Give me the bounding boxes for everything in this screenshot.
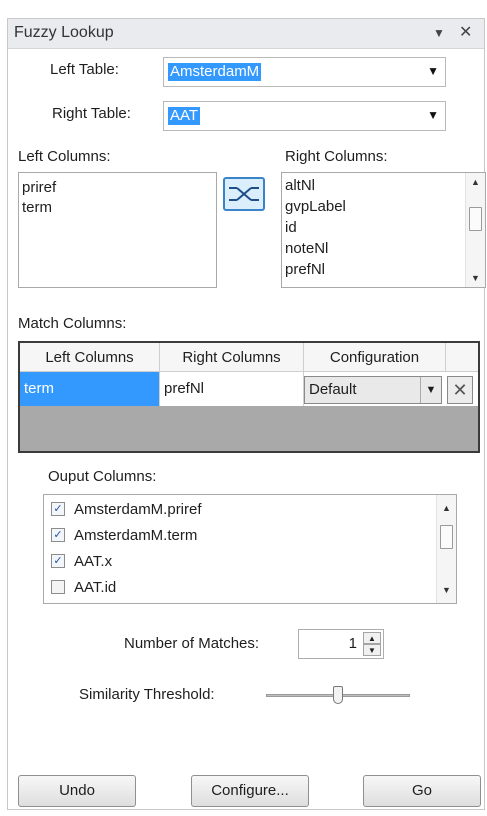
- checkbox[interactable]: [51, 580, 65, 594]
- increment-icon[interactable]: ▲: [363, 632, 381, 644]
- list-item[interactable]: ✓ AAT.x: [44, 549, 436, 575]
- scroll-down-icon[interactable]: ▼: [466, 273, 485, 283]
- output-columns-label: Ouput Columns:: [48, 468, 157, 485]
- grid-header: Left Columns Right Columns Configuration: [20, 343, 478, 372]
- list-item[interactable]: ✓ AmsterdamM.priref: [44, 497, 436, 523]
- number-of-matches-value[interactable]: 1: [349, 635, 357, 652]
- output-column-label: AmsterdamM.term: [74, 527, 198, 544]
- list-item[interactable]: gvpLabel: [282, 196, 465, 217]
- number-of-matches-stepper[interactable]: 1 ▲ ▼: [298, 629, 384, 659]
- checkbox[interactable]: ✓: [51, 528, 65, 542]
- right-columns-label: Right Columns:: [285, 148, 388, 165]
- chevron-down-icon: ▼: [427, 64, 439, 78]
- checkbox[interactable]: ✓: [51, 554, 65, 568]
- chevron-down-icon: ▼: [427, 108, 439, 122]
- left-columns-list[interactable]: priref term: [18, 172, 217, 288]
- output-column-label: AmsterdamM.priref: [74, 501, 202, 518]
- left-columns-label: Left Columns:: [18, 148, 111, 165]
- scroll-up-icon[interactable]: ▲: [437, 503, 456, 513]
- list-item[interactable]: priref: [19, 178, 216, 198]
- list-item[interactable]: term: [19, 198, 216, 218]
- match-columns-grid: Left Columns Right Columns Configuration…: [18, 341, 480, 453]
- stepper-buttons: ▲ ▼: [363, 632, 381, 656]
- right-table-label: Right Table:: [52, 105, 131, 122]
- checkbox[interactable]: ✓: [51, 502, 65, 516]
- configuration-dropdown[interactable]: Default ▼: [304, 376, 442, 404]
- column-header-configuration[interactable]: Configuration: [304, 343, 446, 372]
- match-left-cell[interactable]: term: [20, 372, 160, 406]
- output-column-label: AAT.x: [74, 553, 113, 570]
- column-header-right[interactable]: Right Columns: [160, 343, 304, 372]
- list-item[interactable]: AAT.id: [44, 575, 436, 601]
- list-item[interactable]: noteNl: [282, 238, 465, 259]
- match-right-cell[interactable]: prefNl: [160, 372, 304, 406]
- undo-button[interactable]: Undo: [18, 775, 136, 807]
- scroll-thumb[interactable]: [440, 525, 453, 549]
- close-pane-icon[interactable]: ✕: [459, 22, 472, 42]
- match-columns-label: Match Columns:: [18, 315, 127, 332]
- left-table-value: AmsterdamM: [168, 63, 262, 81]
- delete-match-button[interactable]: ✕: [447, 376, 473, 404]
- output-columns-list[interactable]: ✓ AmsterdamM.priref ✓ AmsterdamM.term ✓ …: [43, 494, 457, 604]
- configure-button[interactable]: Configure...: [191, 775, 309, 807]
- chevron-down-icon: ▼: [420, 377, 441, 403]
- right-table-dropdown[interactable]: AAT ▼: [163, 101, 446, 131]
- right-columns-scrollbar[interactable]: ▲ ▼: [465, 173, 485, 287]
- output-columns-scrollbar[interactable]: ▲ ▼: [436, 495, 456, 603]
- right-table-value: AAT: [168, 107, 201, 125]
- column-header-left[interactable]: Left Columns: [20, 343, 160, 372]
- list-item[interactable]: id: [282, 217, 465, 238]
- scroll-thumb[interactable]: [469, 207, 482, 231]
- decrement-icon[interactable]: ▼: [363, 644, 381, 656]
- slider-thumb[interactable]: [333, 686, 343, 704]
- list-item[interactable]: ✓ AmsterdamM.term: [44, 523, 436, 549]
- column-mapping-icon: [229, 187, 259, 201]
- close-icon: ✕: [452, 380, 468, 400]
- scroll-up-icon[interactable]: ▲: [466, 177, 485, 187]
- output-column-label: AAT.id: [74, 579, 117, 596]
- number-of-matches-label: Number of Matches:: [124, 635, 260, 652]
- go-button[interactable]: Go: [363, 775, 481, 807]
- right-columns-list[interactable]: altNl gvpLabel id noteNl prefNl ▲ ▼: [281, 172, 486, 288]
- column-mapping-button[interactable]: [223, 177, 265, 211]
- similarity-threshold-label: Similarity Threshold:: [79, 686, 215, 703]
- list-item[interactable]: prefNl: [282, 259, 465, 280]
- pane-title: Fuzzy Lookup: [14, 24, 114, 41]
- pane-options-icon[interactable]: ▼: [433, 26, 445, 40]
- scroll-down-icon[interactable]: ▼: [437, 585, 456, 595]
- left-table-label: Left Table:: [50, 61, 119, 78]
- pane-title-bar: Fuzzy Lookup ▼ ✕: [8, 19, 484, 49]
- fuzzy-lookup-pane: Fuzzy Lookup ▼ ✕ Left Table: AmsterdamM …: [7, 18, 486, 810]
- configuration-value: Default: [309, 381, 357, 398]
- list-item[interactable]: altNl: [282, 175, 465, 196]
- left-table-dropdown[interactable]: AmsterdamM ▼: [163, 57, 446, 87]
